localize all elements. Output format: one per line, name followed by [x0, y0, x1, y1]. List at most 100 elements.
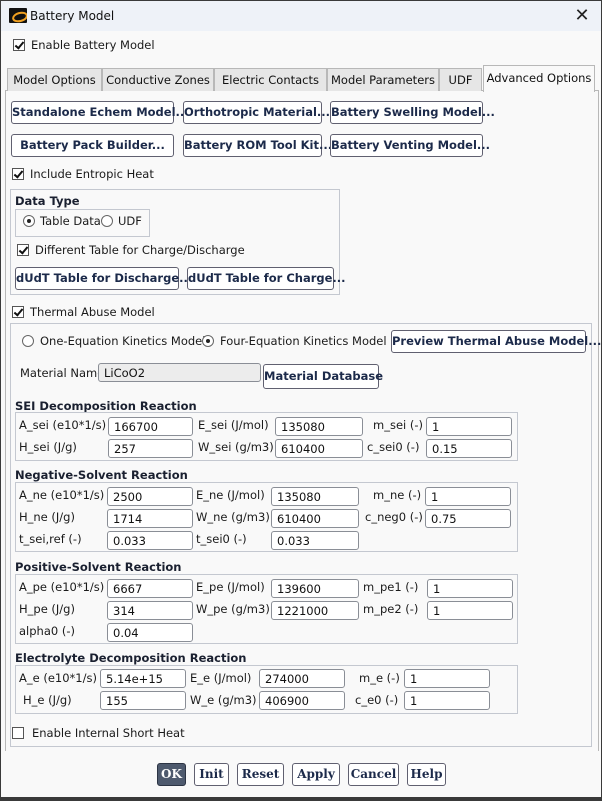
e-ne-input[interactable]: 135080 — [271, 487, 359, 506]
a-ne-input[interactable]: 2500 — [107, 487, 193, 506]
a-pe-label: A_pe (e10*1/s) — [19, 580, 105, 594]
checkbox-checked-icon[interactable] — [12, 168, 24, 180]
material-name-label: Material Name — [20, 366, 105, 380]
dudt-table-charge-button[interactable]: dUdT Table for Charge... — [187, 267, 346, 290]
c-neg0-label: c_neg0 (-) — [365, 510, 423, 524]
sei-title: SEI Decomposition Reaction — [15, 399, 197, 413]
t-sei0-input[interactable]: 0.033 — [271, 531, 359, 550]
four-equation-kinetics-radio[interactable]: Four-Equation Kinetics Model — [202, 334, 387, 348]
dudt-table-discharge-button[interactable]: dUdT Table for Discharge... — [15, 267, 192, 290]
init-button[interactable]: Init — [194, 763, 229, 786]
window-title: Battery Model — [30, 9, 115, 23]
cancel-button[interactable]: Cancel — [348, 763, 399, 786]
udf-label: UDF — [118, 214, 142, 228]
radio-unselected-icon[interactable] — [101, 215, 113, 227]
reset-button[interactable]: Reset — [237, 763, 284, 786]
different-table-checkbox[interactable]: Different Table for Charge/Discharge — [17, 243, 245, 257]
m-pe1-input[interactable]: 1 — [427, 579, 513, 598]
checkbox-checked-icon[interactable] — [13, 39, 25, 51]
radio-selected-icon[interactable] — [202, 335, 214, 347]
e-e-label: E_e (J/mol) — [190, 671, 252, 685]
h-pe-input[interactable]: 314 — [107, 601, 193, 620]
alpha0-input[interactable]: 0.04 — [107, 623, 193, 642]
preview-thermal-abuse-model-button[interactable]: Preview Thermal Abuse Model... — [391, 330, 601, 353]
four-equation-kinetics-label: Four-Equation Kinetics Model — [220, 334, 387, 348]
c-sei0-input[interactable]: 0.15 — [426, 439, 512, 458]
material-database-button[interactable]: Material Database — [263, 364, 383, 389]
tab-udf[interactable]: UDF — [439, 68, 482, 91]
help-button[interactable]: Help — [407, 763, 446, 786]
e-pe-input[interactable]: 139600 — [271, 579, 359, 598]
positive-solvent-title: Positive-Solvent Reaction — [15, 560, 182, 574]
e-ne-label: E_ne (J/mol) — [196, 488, 265, 502]
ok-button[interactable]: OK — [157, 763, 186, 786]
electrolyte-decomposition-title: Electrolyte Decomposition Reaction — [15, 651, 247, 665]
t-sei-ref-input[interactable]: 0.033 — [107, 531, 193, 550]
apply-button[interactable]: Apply — [292, 763, 340, 786]
h-sei-input[interactable]: 257 — [108, 439, 193, 458]
orthotropic-material-button[interactable]: Orthotropic Material... — [183, 101, 330, 124]
checkbox-checked-icon[interactable] — [12, 306, 24, 318]
enable-internal-short-heat-checkbox[interactable]: Enable Internal Short Heat — [12, 726, 185, 740]
a-sei-input[interactable]: 166700 — [108, 417, 193, 436]
w-ne-label: W_ne (g/m3) — [196, 510, 270, 524]
c-e0-input[interactable]: 1 — [404, 691, 490, 710]
battery-pack-builder-button[interactable]: Battery Pack Builder... — [11, 134, 174, 157]
tab-conductive-zones[interactable]: Conductive Zones — [102, 68, 214, 91]
m-pe2-label: m_pe2 (-) — [363, 602, 419, 616]
tab-model-parameters[interactable]: Model Parameters — [327, 68, 439, 91]
battery-venting-model-button[interactable]: Battery Venting Model... — [330, 134, 490, 157]
standalone-echem-model-button[interactable]: Standalone Echem Model... — [11, 101, 189, 124]
c-neg0-input[interactable]: 0.75 — [425, 509, 511, 528]
m-e-input[interactable]: 1 — [404, 669, 490, 688]
negative-solvent-title: Negative-Solvent Reaction — [15, 468, 188, 482]
m-sei-label: m_sei (-) — [373, 418, 423, 432]
w-sei-input[interactable]: 610400 — [275, 439, 363, 458]
radio-unselected-icon[interactable] — [22, 335, 34, 347]
a-e-label: A_e (e10*1/s) — [19, 671, 97, 685]
thermal-abuse-model-checkbox[interactable]: Thermal Abuse Model — [12, 305, 155, 319]
different-table-label: Different Table for Charge/Discharge — [35, 243, 245, 257]
m-ne-input[interactable]: 1 — [425, 487, 511, 506]
tab-model-options[interactable]: Model Options — [7, 68, 102, 91]
m-pe2-input[interactable]: 1 — [427, 601, 513, 620]
enable-battery-model-checkbox[interactable]: Enable Battery Model — [13, 38, 155, 52]
battery-rom-toolkit-button[interactable]: Battery ROM Tool Kit... — [183, 134, 332, 157]
w-e-label: W_e (g/m3) — [190, 693, 257, 707]
enable-internal-short-heat-label: Enable Internal Short Heat — [32, 726, 185, 740]
udf-radio[interactable]: UDF — [101, 214, 142, 228]
material-name-field[interactable]: LiCoO2 — [98, 363, 261, 382]
one-equation-kinetics-radio[interactable]: One-Equation Kinetics Model — [22, 334, 205, 348]
c-sei0-label: c_sei0 (-) — [367, 440, 420, 454]
e-sei-label: E_sei (J/mol) — [198, 418, 269, 432]
checkbox-checked-icon[interactable] — [17, 244, 29, 256]
enable-battery-model-label: Enable Battery Model — [31, 38, 155, 52]
t-sei0-label: t_sei0 (-) — [196, 532, 247, 546]
a-ne-label: A_ne (e10*1/s) — [19, 488, 105, 502]
table-data-radio[interactable]: Table Data — [23, 214, 101, 228]
h-pe-label: H_pe (J/g) — [19, 602, 75, 616]
m-sei-input[interactable]: 1 — [426, 417, 512, 436]
w-sei-label: W_sei (g/m3) — [198, 440, 274, 454]
a-pe-input[interactable]: 6667 — [107, 579, 193, 598]
checkbox-unchecked-icon[interactable] — [12, 727, 24, 739]
tab-electric-contacts[interactable]: Electric Contacts — [214, 68, 327, 91]
close-icon[interactable]: ✕ — [571, 5, 593, 27]
h-e-input[interactable]: 155 — [100, 691, 186, 710]
e-e-input[interactable]: 274000 — [259, 669, 345, 688]
w-pe-input[interactable]: 1221000 — [271, 601, 359, 620]
w-e-input[interactable]: 406900 — [259, 691, 345, 710]
e-sei-input[interactable]: 135080 — [275, 417, 363, 436]
tab-advanced-options[interactable]: Advanced Options — [483, 65, 595, 92]
radio-selected-icon[interactable] — [23, 215, 35, 227]
c-e0-label: c_e0 (-) — [355, 693, 399, 707]
h-e-label: H_e (J/g) — [23, 693, 72, 707]
a-e-input[interactable]: 5.14e+15 — [100, 669, 186, 688]
include-entropic-heat-checkbox[interactable]: Include Entropic Heat — [12, 167, 154, 181]
battery-swelling-model-button[interactable]: Battery Swelling Model... — [330, 101, 495, 124]
tab-bar: Model Options Conductive Zones Electric … — [5, 65, 599, 92]
h-ne-input[interactable]: 1714 — [107, 509, 193, 528]
m-e-label: m_e (-) — [359, 671, 400, 685]
e-pe-label: E_pe (J/mol) — [196, 580, 265, 594]
w-ne-input[interactable]: 610400 — [271, 509, 359, 528]
